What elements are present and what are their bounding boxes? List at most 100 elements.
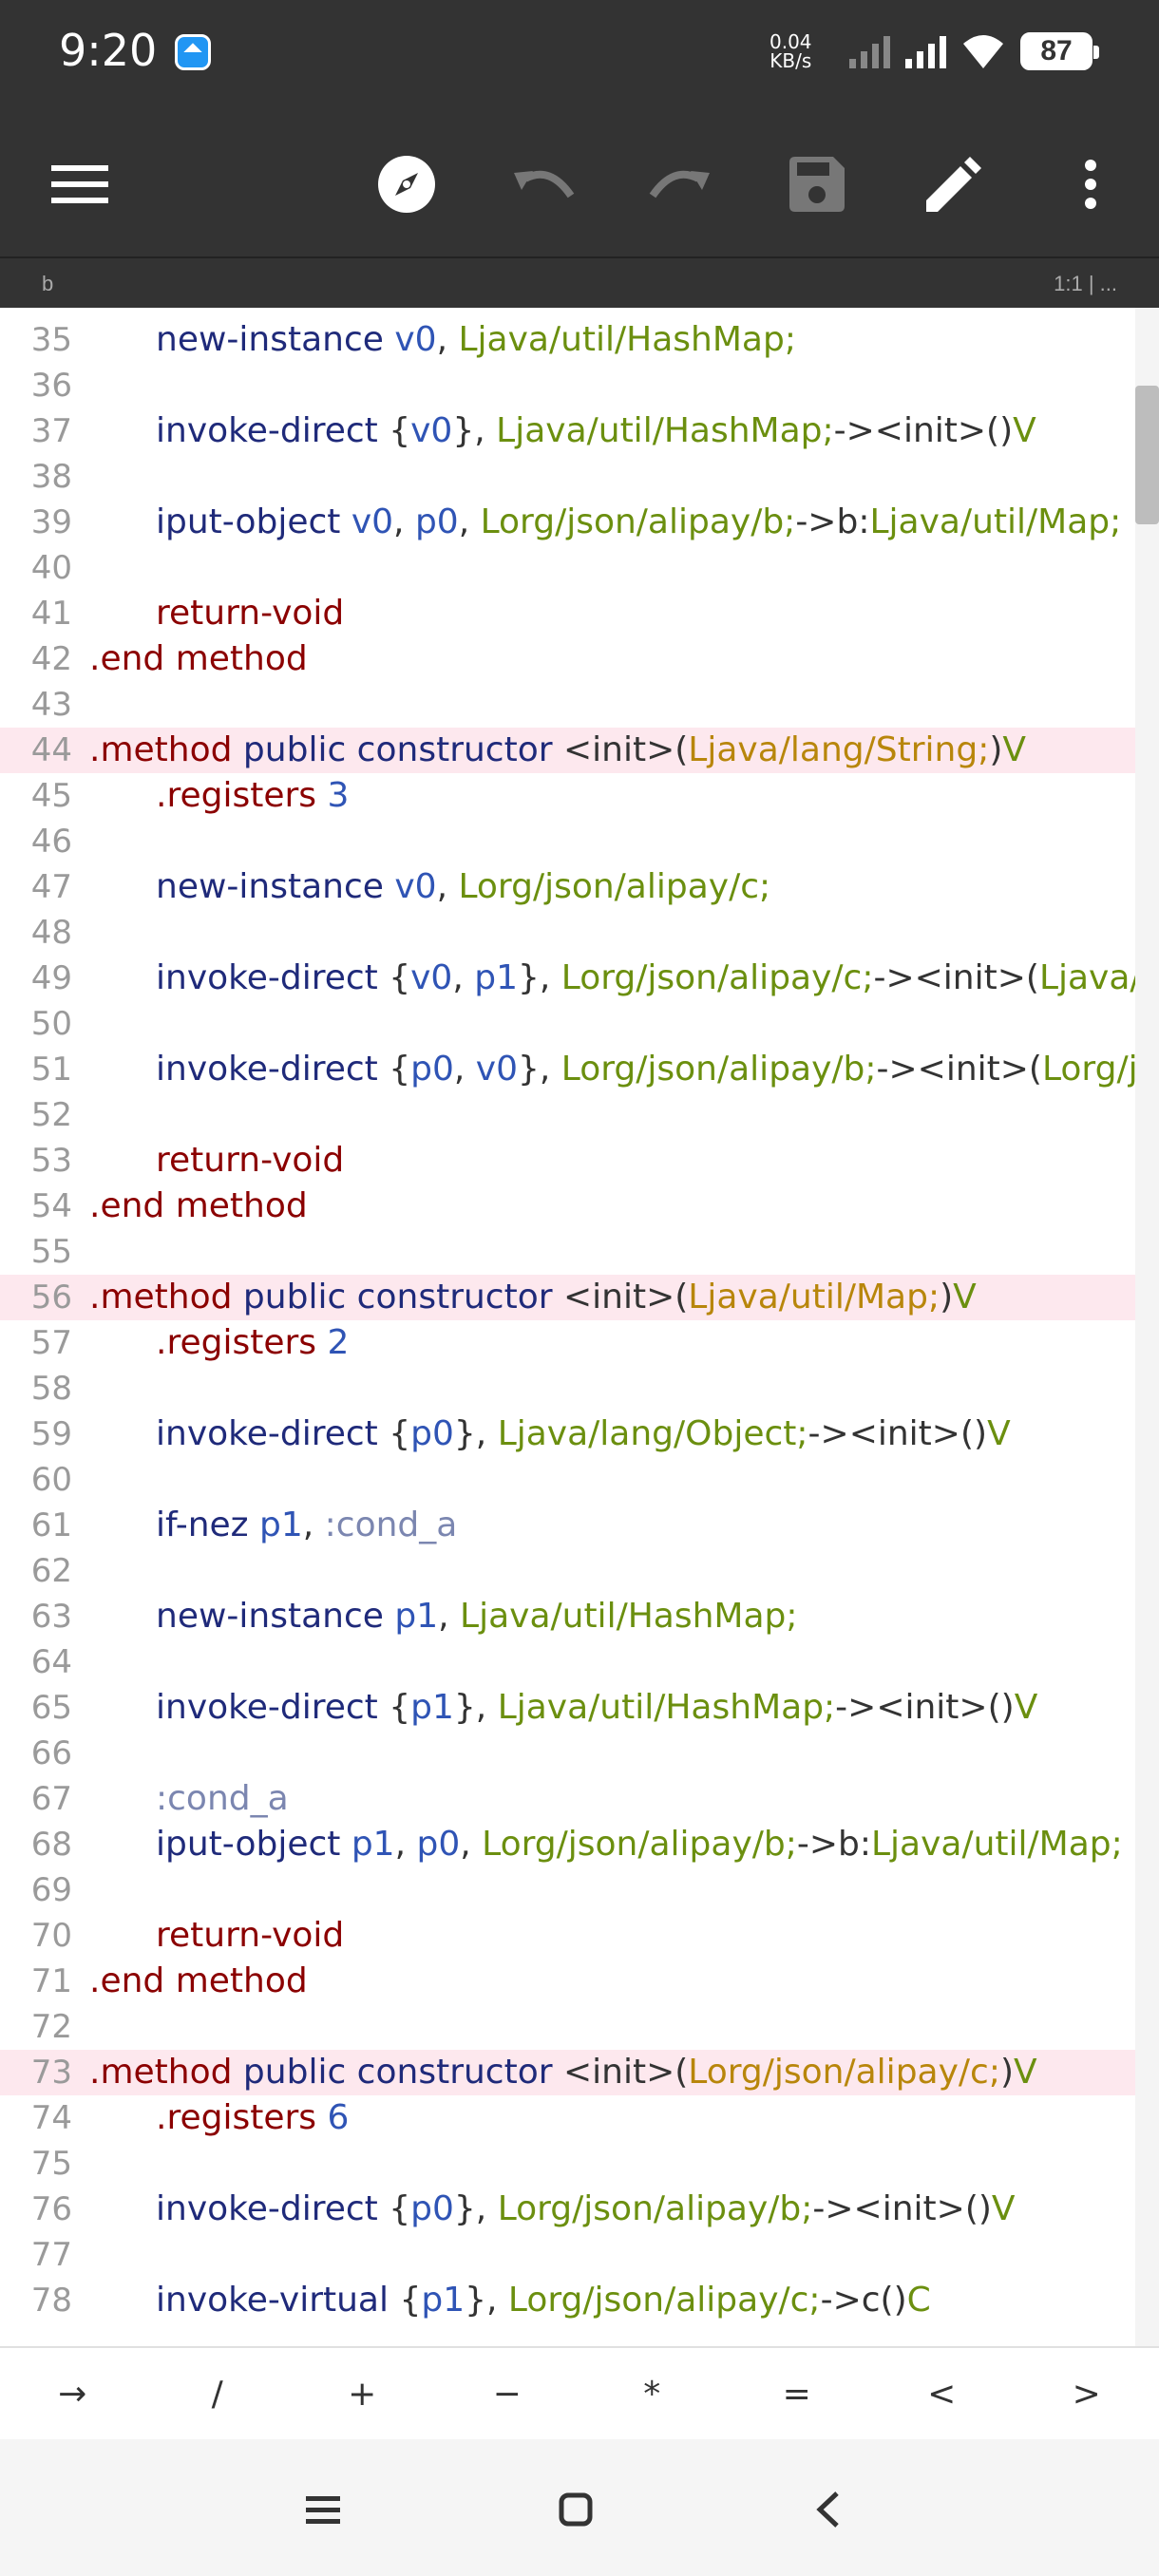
redo-icon[interactable]: [642, 146, 718, 222]
code-line[interactable]: 57 .registers 2: [0, 1320, 1135, 1366]
code-token: p0: [410, 1414, 454, 1453]
code-token: <init>(: [562, 730, 689, 769]
symbol-key[interactable]: /: [145, 2348, 291, 2441]
code-line[interactable]: 54 .end method: [0, 1184, 1135, 1229]
code-token: new-instance: [156, 867, 395, 906]
code-token: invoke-direct: [156, 1050, 390, 1089]
code-line[interactable]: 78 invoke-virtual {p1}, Lorg/json/alipay/…: [0, 2278, 1135, 2323]
code-token: .registers: [156, 2098, 328, 2137]
code-line[interactable]: 70 return-void: [0, 1913, 1135, 1959]
line-number: 76: [30, 2190, 72, 2228]
code-token: },: [452, 411, 497, 450]
code-line[interactable]: 35 new-instance v0, Ljava/util/HashMap;: [0, 317, 1135, 363]
code-line[interactable]: 51 invoke-direct {p0, v0}, Lorg/json/alip…: [0, 1047, 1135, 1092]
code-line[interactable]: 44 .method public constructor <init>(Ljav…: [0, 728, 1135, 773]
code-line[interactable]: 67:cond_a: [0, 1776, 1135, 1822]
line-number: 43: [30, 686, 72, 724]
code-line[interactable]: 38: [0, 454, 1135, 500]
code-text: .end method: [89, 1184, 308, 1229]
code-text: .registers 6: [156, 2095, 349, 2141]
code-line[interactable]: 62: [0, 1548, 1135, 1594]
code-line[interactable]: 46: [0, 819, 1135, 864]
code-line[interactable]: 73 .method public constructor <init>(Lorg…: [0, 2050, 1135, 2095]
line-number: 41: [30, 595, 72, 633]
code-line[interactable]: 66: [0, 1731, 1135, 1776]
code-token: ->c(): [820, 2281, 907, 2320]
code-line[interactable]: 40: [0, 545, 1135, 591]
code-line[interactable]: 65 invoke-direct {p1}, Ljava/util/HashMap…: [0, 1685, 1135, 1731]
undo-icon[interactable]: [505, 146, 581, 222]
line-number: 47: [30, 868, 72, 906]
more-vert-icon[interactable]: [1053, 146, 1129, 222]
code-line[interactable]: 58: [0, 1366, 1135, 1411]
code-token: Ljava/util/HashMap;: [460, 1597, 798, 1636]
code-token: V: [953, 1278, 977, 1316]
compass-icon[interactable]: [369, 146, 445, 222]
code-line[interactable]: 77: [0, 2232, 1135, 2278]
line-number: 77: [30, 2236, 72, 2274]
symbol-key[interactable]: *: [580, 2348, 725, 2441]
code-line[interactable]: 39 iput-object v0, p0, Lorg/json/alipay/b…: [0, 500, 1135, 545]
code-editor[interactable]: 35 new-instance v0, Ljava/util/HashMap; 36…: [0, 308, 1159, 2346]
scrollbar-thumb[interactable]: [1135, 386, 1159, 524]
code-token: return-void: [156, 1141, 345, 1180]
code-line[interactable]: 47 new-instance v0, Lorg/json/alipay/c;: [0, 864, 1135, 910]
code-line[interactable]: 69: [0, 1867, 1135, 1913]
code-line[interactable]: 72: [0, 2004, 1135, 2050]
symbol-key[interactable]: →: [0, 2348, 145, 2441]
code-token: -><init>(): [808, 1414, 988, 1453]
code-text: invoke-direct {p0}, Ljava/lang/Object;->…: [156, 1411, 1011, 1457]
code-token: -><init>(): [812, 2189, 992, 2228]
code-line[interactable]: 53 return-void: [0, 1138, 1135, 1184]
code-line[interactable]: 60: [0, 1457, 1135, 1503]
code-line[interactable]: 50: [0, 1001, 1135, 1047]
code-text: invoke-direct {p0}, Lorg/json/alipay/b;-…: [156, 2187, 1016, 2232]
code-line[interactable]: 48: [0, 910, 1135, 956]
code-line[interactable]: 37 invoke-direct {v0}, Ljava/util/HashMap…: [0, 408, 1135, 454]
code-line[interactable]: 63 new-instance p1, Ljava/util/HashMap;: [0, 1594, 1135, 1639]
code-line[interactable]: 61 if-nez p1, :cond_a: [0, 1503, 1135, 1548]
back-icon[interactable]: [800, 2481, 857, 2538]
code-token: iput-object: [156, 502, 352, 541]
symbol-key[interactable]: <: [869, 2348, 1015, 2441]
code-line[interactable]: 43: [0, 682, 1135, 728]
code-line[interactable]: 45 .registers 3: [0, 773, 1135, 819]
code-token: {: [389, 958, 411, 997]
scrollbar[interactable]: [1135, 308, 1159, 2346]
code-line[interactable]: 74 .registers 6: [0, 2095, 1135, 2141]
line-number: 40: [30, 549, 72, 587]
code-line[interactable]: 64: [0, 1639, 1135, 1685]
code-line[interactable]: 75: [0, 2141, 1135, 2187]
home-icon[interactable]: [547, 2481, 604, 2538]
recents-icon[interactable]: [294, 2481, 352, 2538]
code-line[interactable]: 56 .method public constructor <init>(Ljav…: [0, 1275, 1135, 1320]
line-number: 75: [30, 2145, 72, 2183]
code-line[interactable]: 36: [0, 363, 1135, 408]
code-token: invoke-direct: [156, 411, 390, 450]
code-line[interactable]: 59 invoke-direct {p0}, Ljava/lang/Object;…: [0, 1411, 1135, 1457]
line-number: 44: [30, 731, 72, 769]
code-line[interactable]: 55: [0, 1229, 1135, 1275]
code-token: ,: [452, 958, 475, 997]
code-line[interactable]: 71 .end method: [0, 1959, 1135, 2004]
code-line[interactable]: 41 return-void: [0, 591, 1135, 636]
symbol-key[interactable]: >: [1015, 2348, 1159, 2441]
code-token: invoke-direct: [156, 958, 390, 997]
symbol-key[interactable]: =: [725, 2348, 870, 2441]
code-line[interactable]: 49 invoke-direct {v0, p1}, Lorg/json/alip…: [0, 956, 1135, 1001]
line-number: 56: [30, 1279, 72, 1316]
signal-sim2-icon: [905, 34, 946, 68]
code-line[interactable]: 68 iput-object p1, p0, Lorg/json/alipay/b…: [0, 1822, 1135, 1867]
symbol-key[interactable]: +: [290, 2348, 435, 2441]
menu-icon[interactable]: [42, 146, 118, 222]
code-token: Ljava/lang/S: [1038, 958, 1135, 997]
code-line[interactable]: 42 .end method: [0, 636, 1135, 682]
code-token: Ljava/util/Map;: [871, 1825, 1123, 1864]
file-tab[interactable]: b: [42, 272, 53, 296]
symbol-key[interactable]: −: [435, 2348, 580, 2441]
code-line[interactable]: 76 invoke-direct {p0}, Lorg/json/alipay/b…: [0, 2187, 1135, 2232]
code-line[interactable]: 52: [0, 1092, 1135, 1138]
save-icon[interactable]: [779, 146, 855, 222]
line-number: 54: [30, 1187, 72, 1225]
edit-icon[interactable]: [916, 146, 992, 222]
